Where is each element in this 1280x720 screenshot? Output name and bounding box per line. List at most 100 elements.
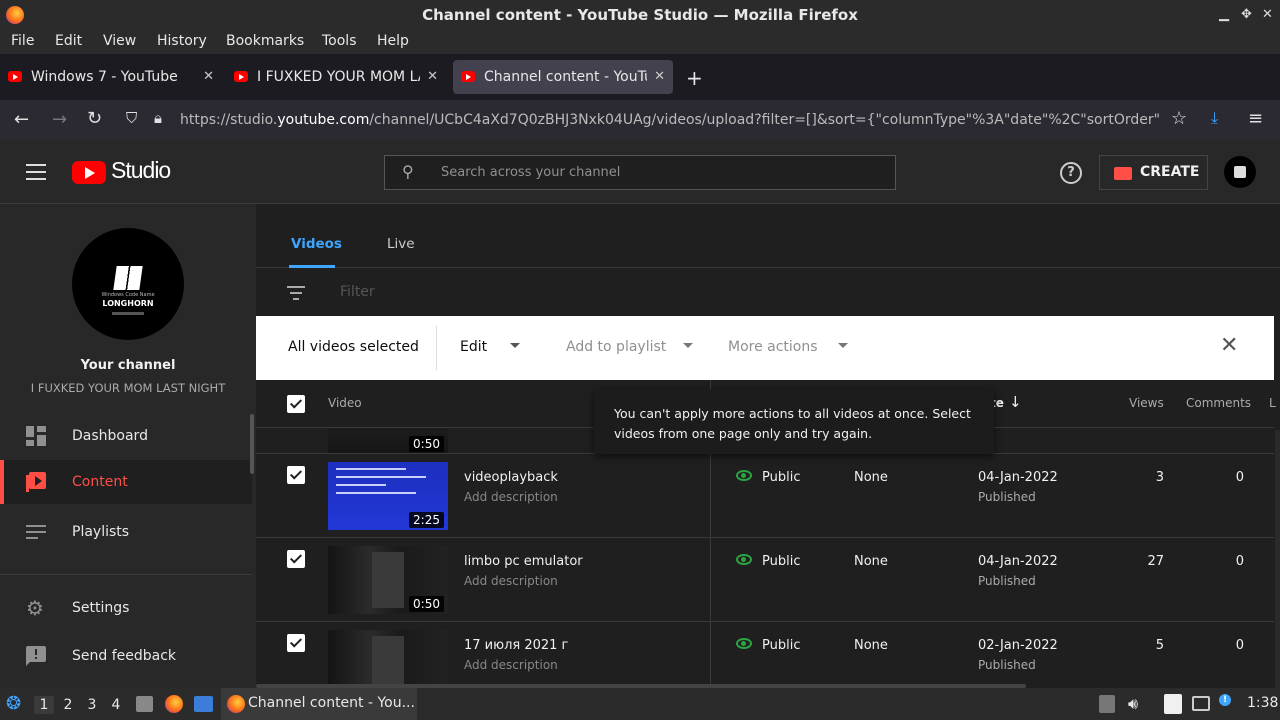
- row-checkbox[interactable]: [287, 550, 305, 568]
- video-description[interactable]: Add description: [464, 574, 558, 588]
- video-thumbnail[interactable]: 2:25: [328, 462, 448, 530]
- video-restrictions: None: [854, 638, 888, 653]
- reload-icon[interactable]: ↻: [87, 108, 102, 129]
- menu-tools[interactable]: Tools: [322, 33, 357, 49]
- back-icon[interactable]: ←: [14, 109, 29, 130]
- tab-close-icon[interactable]: ✕: [654, 60, 665, 94]
- close-selection-icon[interactable]: ✕: [1220, 334, 1238, 358]
- video-title[interactable]: limbo pc emulator: [464, 554, 583, 569]
- table-row[interactable]: 2:25 videoplayback Add description Publi…: [256, 454, 1274, 538]
- tab-live[interactable]: Live: [387, 236, 415, 252]
- sidebar-item-settings[interactable]: ⚙ Settings: [0, 586, 252, 630]
- column-comments[interactable]: Comments: [1186, 396, 1251, 410]
- new-tab-icon[interactable]: +: [686, 66, 703, 90]
- update-notification-icon[interactable]: !: [1219, 694, 1231, 706]
- chevron-down-icon: [510, 343, 520, 348]
- menu-file[interactable]: File: [11, 33, 34, 49]
- more-actions-dropdown[interactable]: More actions: [728, 336, 858, 360]
- workspace-3[interactable]: 3: [82, 696, 102, 714]
- column-likes[interactable]: L: [1269, 396, 1276, 410]
- video-visibility[interactable]: Public: [762, 470, 800, 485]
- video-title[interactable]: 17 июля 2021 г: [464, 638, 568, 653]
- table-scrollbar[interactable]: [1275, 430, 1280, 688]
- volume-icon[interactable]: 🔊︎: [1128, 694, 1138, 714]
- row-checkbox[interactable]: [287, 634, 305, 652]
- hamburger-menu-icon[interactable]: ≡: [1248, 108, 1263, 129]
- video-visibility[interactable]: Public: [762, 554, 800, 569]
- create-label: CREATE: [1140, 164, 1200, 180]
- network-icon[interactable]: [1192, 696, 1210, 711]
- video-title[interactable]: videoplayback: [464, 470, 558, 485]
- video-views: 5: [1155, 638, 1164, 653]
- youtube-logo-icon[interactable]: [72, 161, 106, 184]
- add-to-playlist-dropdown[interactable]: Add to playlist: [566, 336, 701, 360]
- account-avatar[interactable]: [1224, 156, 1256, 188]
- download-icon[interactable]: ⤓: [1211, 108, 1218, 128]
- channel-avatar[interactable]: Windows Code Name LONGHORN: [72, 228, 184, 340]
- window-title: Channel content - YouTube Studio — Mozil…: [422, 6, 858, 24]
- edit-dropdown[interactable]: Edit: [460, 336, 530, 360]
- workspace-4[interactable]: 4: [106, 696, 126, 714]
- sidebar-scrollbar[interactable]: [250, 414, 254, 474]
- menu-help[interactable]: Help: [377, 33, 409, 49]
- video-description[interactable]: Add description: [464, 658, 558, 672]
- menu-edit[interactable]: Edit: [55, 33, 82, 49]
- file-manager-icon[interactable]: [136, 696, 153, 712]
- filter-icon[interactable]: [287, 286, 305, 300]
- video-thumbnail[interactable]: 0:50: [328, 546, 448, 614]
- start-menu-icon[interactable]: ❂: [6, 694, 21, 714]
- column-views[interactable]: Views: [1129, 396, 1164, 410]
- video-thumbnail[interactable]: 0:50: [328, 428, 448, 453]
- lock-icon[interactable]: 🔒︎: [154, 109, 162, 127]
- taskbar-window-button[interactable]: Channel content - You...: [221, 688, 417, 720]
- help-icon[interactable]: ?: [1060, 162, 1082, 184]
- maximize-icon[interactable]: ✥: [1241, 0, 1252, 30]
- video-thumbnail[interactable]: [328, 630, 448, 688]
- sidebar-item-playlists[interactable]: Playlists: [0, 510, 252, 554]
- video-description[interactable]: Add description: [464, 490, 558, 504]
- tab-videos[interactable]: Videos: [291, 236, 342, 252]
- table-row[interactable]: 0:50 limbo pc emulator Add description P…: [256, 538, 1274, 622]
- search-box[interactable]: ⚲ Search across your channel: [384, 155, 896, 190]
- clipboard-icon[interactable]: [1099, 695, 1115, 713]
- sort-arrow-down-icon[interactable]: ↓: [1009, 393, 1022, 411]
- bookmark-star-icon[interactable]: ☆: [1171, 108, 1187, 129]
- create-button[interactable]: CREATE: [1099, 155, 1208, 190]
- menu-history[interactable]: History: [157, 33, 207, 49]
- sidebar-item-dashboard[interactable]: Dashboard: [0, 414, 252, 458]
- workspace-2[interactable]: 2: [58, 696, 78, 714]
- feedback-icon: [26, 646, 46, 666]
- sidebar-item-content[interactable]: Content: [0, 460, 252, 504]
- tab-label: I FUXKED YOUR MOM LAS: [257, 69, 420, 85]
- minimize-icon[interactable]: ▁: [1219, 0, 1229, 30]
- firefox-launcher-icon[interactable]: [165, 695, 183, 713]
- sidebar-item-feedback[interactable]: Send feedback: [0, 634, 252, 678]
- shield-icon[interactable]: ⛉: [126, 109, 137, 127]
- menu-view[interactable]: View: [103, 33, 136, 49]
- tab-close-icon[interactable]: ✕: [203, 60, 214, 94]
- row-checkbox[interactable]: [287, 466, 305, 484]
- desktop-icon[interactable]: [194, 696, 213, 712]
- studio-logo-text[interactable]: Studio: [111, 157, 171, 184]
- hamburger-icon[interactable]: [26, 164, 46, 180]
- eye-icon: [736, 638, 752, 649]
- workspace-1[interactable]: 1: [34, 696, 54, 714]
- tab-close-icon[interactable]: ✕: [427, 60, 438, 94]
- select-all-checkbox[interactable]: [287, 395, 305, 413]
- close-window-icon[interactable]: ✕: [1262, 0, 1273, 30]
- filter-input[interactable]: Filter: [340, 284, 375, 300]
- tab-windows7[interactable]: Windows 7 - YouTube ✕: [0, 60, 222, 94]
- search-input[interactable]: Search across your channel: [441, 165, 620, 180]
- selection-bar: All videos selected Edit Add to playlist…: [256, 316, 1274, 380]
- tab-channel-video[interactable]: I FUXKED YOUR MOM LAS ✕: [226, 60, 446, 94]
- notes-icon[interactable]: [1164, 694, 1182, 714]
- tab-channel-content[interactable]: Channel content - YouTub ✕: [453, 60, 673, 94]
- dashboard-icon: [26, 426, 46, 446]
- url-bar[interactable]: https://studio.youtube.com/channel/UCbC4…: [180, 104, 1160, 136]
- eye-icon: [736, 470, 752, 481]
- eye-icon: [736, 554, 752, 565]
- table-row[interactable]: 17 июля 2021 г Add description Public No…: [256, 622, 1274, 688]
- video-visibility[interactable]: Public: [762, 638, 800, 653]
- forward-icon[interactable]: →: [52, 109, 67, 130]
- menu-bookmarks[interactable]: Bookmarks: [226, 33, 304, 49]
